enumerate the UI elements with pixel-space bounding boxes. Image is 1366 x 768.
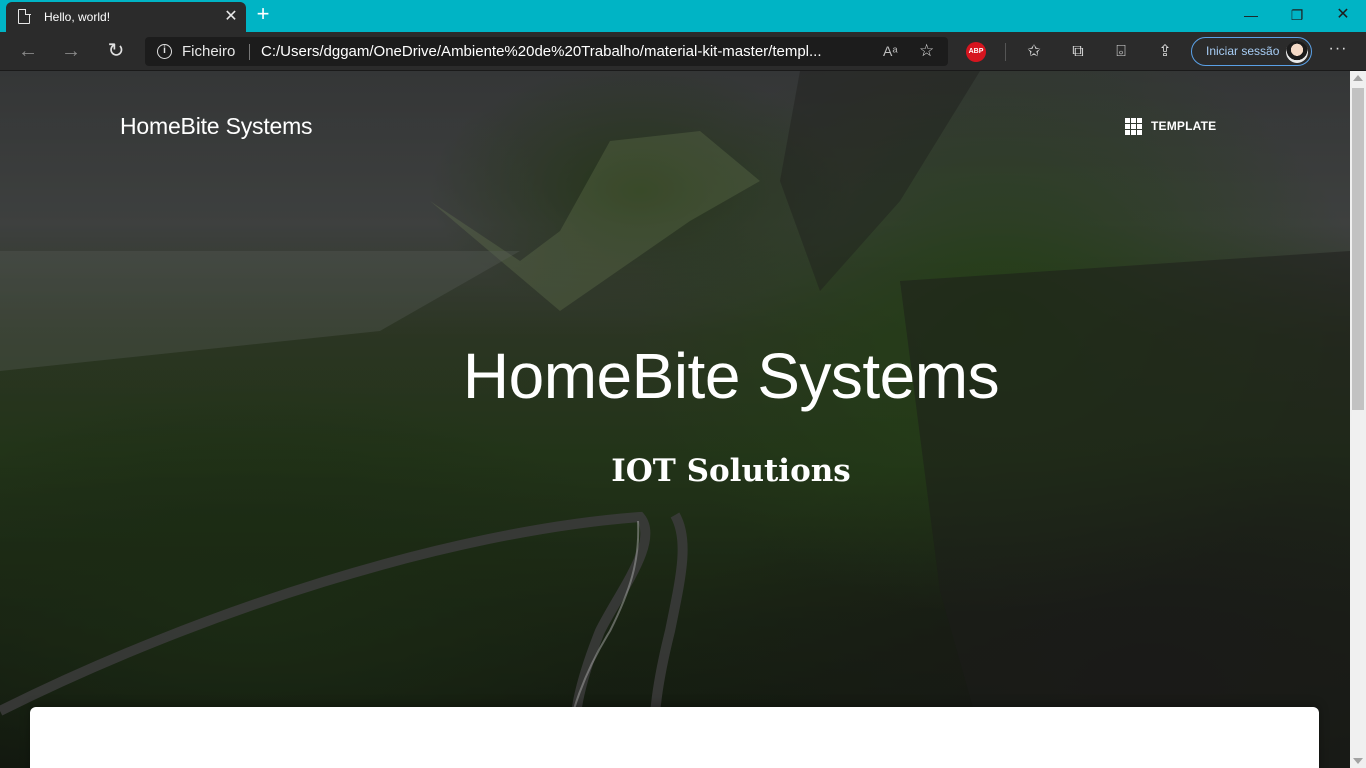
info-icon[interactable]: i xyxy=(157,44,172,59)
navbar-brand[interactable]: HomeBite Systems xyxy=(120,113,313,140)
address-scheme-label: Ficheiro xyxy=(182,43,236,60)
web-capture-icon[interactable]: ⌻ xyxy=(1109,41,1133,63)
browser-tab[interactable]: Hello, world! ✕ xyxy=(6,2,246,32)
forward-button[interactable]: → xyxy=(56,38,86,64)
scroll-down-icon[interactable] xyxy=(1353,758,1363,764)
scrollbar-thumb[interactable] xyxy=(1352,88,1364,410)
read-aloud-icon[interactable]: Aᵃ xyxy=(883,43,898,59)
collections-icon[interactable]: ⧉ xyxy=(1066,41,1090,63)
restore-button[interactable]: ❐ xyxy=(1274,0,1320,32)
new-tab-button[interactable]: + xyxy=(252,3,274,26)
share-icon[interactable]: ⇪ xyxy=(1153,41,1177,63)
scroll-up-icon[interactable] xyxy=(1353,75,1363,81)
navbar-template-link[interactable]: TEMPLATE xyxy=(1125,117,1216,135)
star-icon[interactable]: ☆ xyxy=(919,41,934,61)
address-bar[interactable]: i Ficheiro C:/Users/dggam/OneDrive/Ambie… xyxy=(145,37,948,66)
template-link-label: TEMPLATE xyxy=(1151,119,1217,133)
hero-title: HomeBite Systems xyxy=(462,340,1000,412)
apps-grid-icon xyxy=(1125,117,1142,135)
page-scrollbar[interactable] xyxy=(1350,71,1366,768)
adblock-icon[interactable]: ABP xyxy=(966,42,986,62)
back-button[interactable]: ← xyxy=(13,38,43,64)
tab-close-button[interactable]: ✕ xyxy=(222,8,240,26)
page-icon xyxy=(18,8,31,24)
signin-label: Iniciar sessão xyxy=(1206,44,1280,58)
avatar xyxy=(1286,41,1308,63)
hero-subtitle: IOT Solutions xyxy=(611,453,851,489)
page-viewport: HomeBite Systems TEMPLATE HomeBite Syste… xyxy=(0,71,1350,768)
signin-button[interactable]: Iniciar sessão xyxy=(1191,37,1312,66)
minimize-button[interactable]: — xyxy=(1228,0,1274,32)
refresh-button[interactable]: ↻ xyxy=(101,38,131,64)
hero-landscape-art xyxy=(0,71,1350,768)
toolbar-divider xyxy=(1005,43,1006,61)
window-close-button[interactable]: ✕ xyxy=(1320,0,1366,32)
main-content-card xyxy=(30,707,1319,768)
more-menu-button[interactable]: ··· xyxy=(1326,40,1350,58)
tab-title: Hello, world! xyxy=(44,10,111,24)
favorites-icon[interactable]: ✩ xyxy=(1022,41,1046,63)
address-url[interactable]: C:/Users/dggam/OneDrive/Ambiente%20de%20… xyxy=(261,43,822,60)
tab-strip: Hello, world! ✕ + — ❐ ✕ xyxy=(0,0,1366,32)
address-divider xyxy=(249,44,250,60)
